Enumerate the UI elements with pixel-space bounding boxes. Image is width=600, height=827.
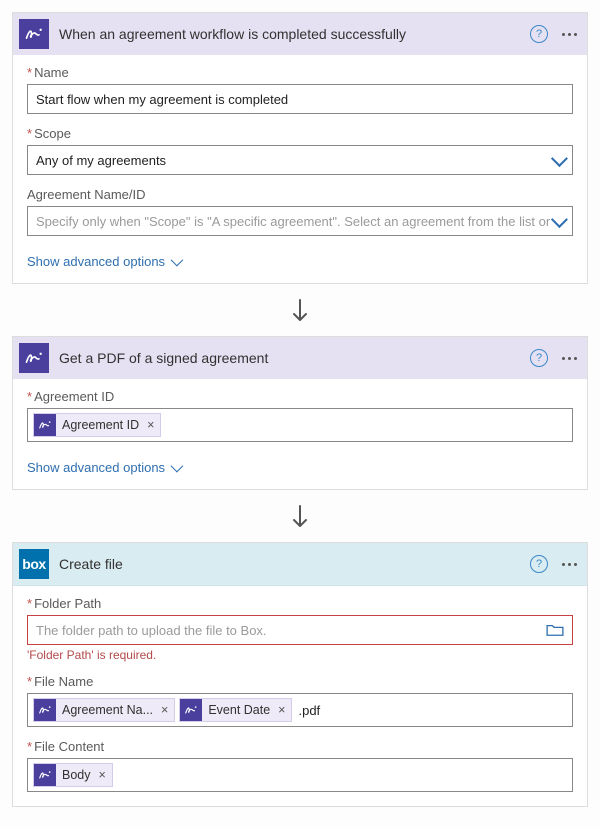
folder-icon[interactable] [546,623,564,637]
scope-select[interactable]: Any of my agreements [27,145,573,175]
token-remove-icon[interactable]: × [99,768,106,782]
scope-label: Scope [27,126,573,141]
show-advanced-link[interactable]: Show advanced options [13,252,194,283]
chevron-down-icon [171,460,184,473]
token-agreement-name[interactable]: Agreement Na... × [33,698,175,722]
createfile-title: Create file [59,556,520,572]
adobe-sign-icon [19,19,49,49]
folderpath-label: Folder Path [27,596,573,611]
adobe-sign-icon [34,764,56,786]
box-icon: box [19,549,49,579]
token-event-date[interactable]: Event Date × [179,698,292,722]
chevron-down-icon [551,211,568,228]
token-remove-icon[interactable]: × [161,703,168,717]
createfile-header[interactable]: box Create file ? [13,543,587,586]
getpdf-step: Get a PDF of a signed agreement ? Agreem… [12,336,588,490]
chevron-down-icon [551,150,568,167]
flow-arrow [12,498,588,542]
filecontent-label: File Content [27,739,573,754]
flow-arrow [12,292,588,336]
help-icon[interactable]: ? [530,349,548,367]
agreement-label: Agreement Name/ID [27,187,573,202]
folderpath-input[interactable]: The folder path to upload the file to Bo… [27,615,573,645]
adobe-sign-icon [34,699,56,721]
token-body[interactable]: Body × [33,763,113,787]
name-label: Name [27,65,573,80]
filecontent-input[interactable]: Body × [27,758,573,792]
token-remove-icon[interactable]: × [278,703,285,717]
adobe-sign-icon [180,699,202,721]
name-input[interactable]: Start flow when my agreement is complete… [27,84,573,114]
filename-suffix: .pdf [296,703,320,718]
more-icon[interactable] [562,33,577,36]
filename-input[interactable]: Agreement Na... × Event Date × .pdf [27,693,573,727]
trigger-title: When an agreement workflow is completed … [59,26,520,42]
adobe-sign-icon [19,343,49,373]
trigger-header[interactable]: When an agreement workflow is completed … [13,13,587,55]
help-icon[interactable]: ? [530,555,548,573]
adobe-sign-icon [34,414,56,436]
token-agreement-id[interactable]: Agreement ID × [33,413,161,437]
token-remove-icon[interactable]: × [147,418,154,432]
more-icon[interactable] [562,563,577,566]
filename-label: File Name [27,674,573,689]
agreementid-label: Agreement ID [27,389,573,404]
trigger-step: When an agreement workflow is completed … [12,12,588,284]
createfile-step: box Create file ? Folder Path The folder… [12,542,588,807]
agreementid-input[interactable]: Agreement ID × [27,408,573,442]
getpdf-title: Get a PDF of a signed agreement [59,350,520,366]
folderpath-error: 'Folder Path' is required. [27,648,573,662]
agreement-select[interactable]: Specify only when "Scope" is "A specific… [27,206,573,236]
show-advanced-link[interactable]: Show advanced options [13,458,194,489]
chevron-down-icon [171,254,184,267]
getpdf-header[interactable]: Get a PDF of a signed agreement ? [13,337,587,379]
more-icon[interactable] [562,357,577,360]
help-icon[interactable]: ? [530,25,548,43]
